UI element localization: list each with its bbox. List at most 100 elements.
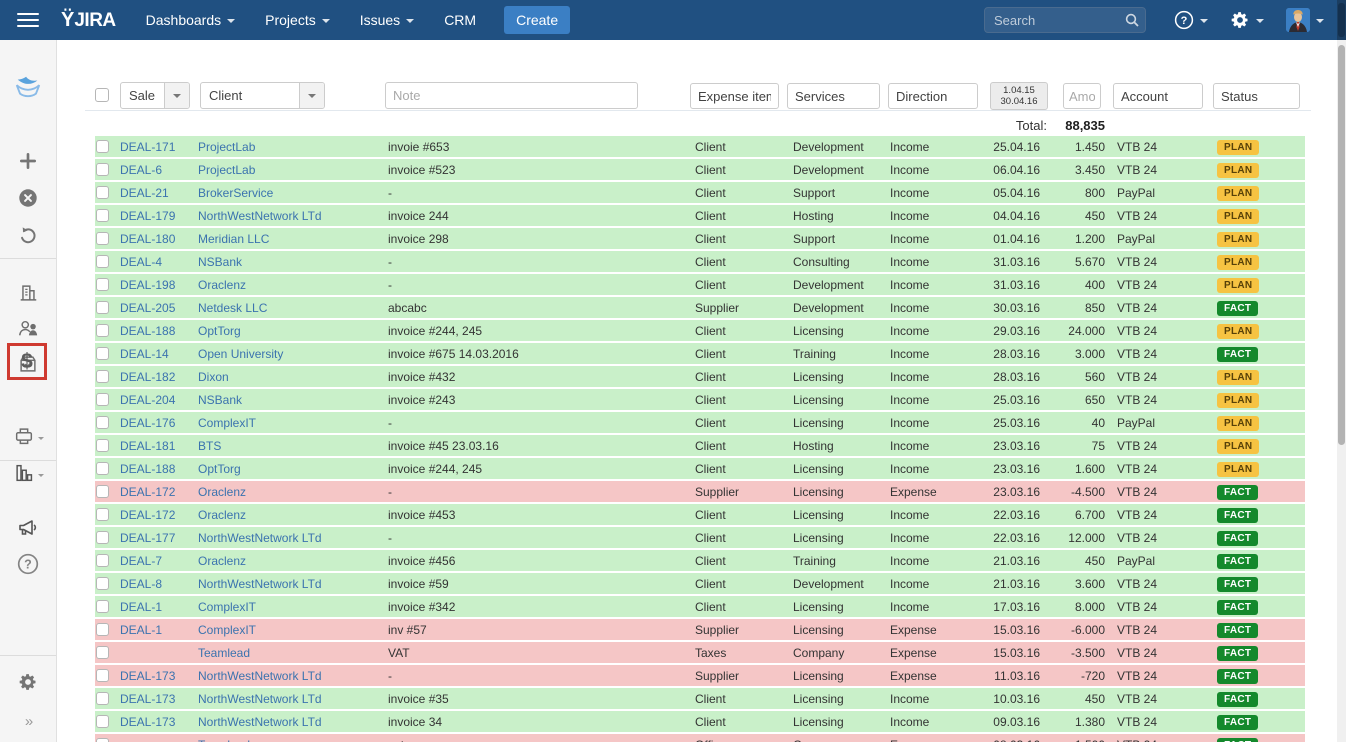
deal-key-link[interactable]: DEAL-1: [120, 600, 198, 614]
row-checkbox[interactable]: [96, 439, 109, 452]
row-checkbox[interactable]: [96, 715, 109, 728]
hamburger-menu-icon[interactable]: [17, 13, 39, 27]
row-checkbox[interactable]: [96, 577, 109, 590]
help-icon[interactable]: ?: [0, 550, 56, 578]
row-checkbox[interactable]: [96, 554, 109, 567]
settings-menu[interactable]: [1230, 10, 1264, 30]
company-link[interactable]: Oraclenz: [198, 554, 388, 568]
nav-issues[interactable]: Issues: [360, 12, 414, 28]
company-link[interactable]: Oraclenz: [198, 508, 388, 522]
deal-key-link[interactable]: DEAL-14: [120, 347, 198, 361]
row-checkbox[interactable]: [96, 140, 109, 153]
announcement-icon[interactable]: [0, 513, 56, 541]
settings-gear-icon[interactable]: [0, 668, 56, 696]
row-checkbox[interactable]: [96, 416, 109, 429]
row-checkbox[interactable]: [96, 669, 109, 682]
companies-icon[interactable]: [0, 279, 56, 307]
row-checkbox[interactable]: [96, 600, 109, 613]
expand-sidebar-icon[interactable]: »: [0, 707, 56, 735]
company-link[interactable]: ComplexIT: [198, 416, 388, 430]
deal-key-link[interactable]: DEAL-8: [120, 577, 198, 591]
deal-key-link[interactable]: DEAL-181: [120, 439, 198, 453]
deal-key-link[interactable]: DEAL-176: [120, 416, 198, 430]
select-all-checkbox[interactable]: [95, 88, 109, 102]
company-link[interactable]: ProjectLab: [198, 140, 388, 154]
row-checkbox[interactable]: [96, 462, 109, 475]
dropdown-caret-button[interactable]: [164, 83, 189, 108]
direction-filter[interactable]: [888, 83, 978, 109]
company-link[interactable]: Teamlead: [198, 646, 388, 660]
close-circle-icon[interactable]: [0, 184, 56, 212]
nav-crm[interactable]: CRM: [444, 12, 476, 28]
company-link[interactable]: ComplexIT: [198, 623, 388, 637]
row-checkbox[interactable]: [96, 163, 109, 176]
company-link[interactable]: OptTorg: [198, 324, 388, 338]
company-link[interactable]: Open University: [198, 347, 388, 361]
help-menu[interactable]: ?: [1174, 10, 1208, 30]
nav-dashboards[interactable]: Dashboards: [146, 12, 236, 28]
account-filter[interactable]: [1113, 83, 1203, 109]
add-icon[interactable]: [0, 147, 56, 175]
deal-key-link[interactable]: DEAL-188: [120, 462, 198, 476]
scrollbar-thumb[interactable]: [1338, 45, 1345, 445]
company-link[interactable]: Oraclenz: [198, 278, 388, 292]
create-button[interactable]: Create: [504, 6, 570, 34]
deal-key-link[interactable]: DEAL-21: [120, 186, 198, 200]
user-menu[interactable]: [1286, 8, 1324, 32]
note-filter-input[interactable]: [385, 82, 638, 109]
row-checkbox[interactable]: [96, 485, 109, 498]
date-range-filter[interactable]: 1.04.15 30.04.16: [990, 82, 1048, 110]
dropdown-caret-button[interactable]: [299, 83, 324, 108]
row-checkbox[interactable]: [96, 232, 109, 245]
row-checkbox[interactable]: [96, 278, 109, 291]
company-link[interactable]: NorthWestNetwork LTd: [198, 577, 388, 591]
deal-key-link[interactable]: DEAL-198: [120, 278, 198, 292]
deal-key-link[interactable]: DEAL-205: [120, 301, 198, 315]
expense-items-filter[interactable]: [690, 83, 779, 109]
row-checkbox[interactable]: [96, 186, 109, 199]
deal-key-link[interactable]: DEAL-7: [120, 554, 198, 568]
company-link[interactable]: NorthWestNetwork LTd: [198, 669, 388, 683]
deal-key-link[interactable]: DEAL-171: [120, 140, 198, 154]
company-link[interactable]: NorthWestNetwork LTd: [198, 715, 388, 729]
company-link[interactable]: Dixon: [198, 370, 388, 384]
crm-logo-icon[interactable]: [0, 74, 56, 102]
deal-key-link[interactable]: DEAL-172: [120, 485, 198, 499]
company-link[interactable]: Netdesk LLC: [198, 301, 388, 315]
contacts-icon[interactable]: [0, 314, 56, 342]
row-checkbox[interactable]: [96, 301, 109, 314]
row-checkbox[interactable]: [96, 209, 109, 222]
sale-filter-dropdown[interactable]: Sale: [120, 82, 190, 109]
transactions-dollar-icon[interactable]: $: [7, 343, 47, 380]
row-checkbox[interactable]: [96, 370, 109, 383]
company-link[interactable]: NorthWestNetwork LTd: [198, 209, 388, 223]
row-checkbox[interactable]: [96, 646, 109, 659]
company-link[interactable]: Oraclenz: [198, 485, 388, 499]
row-checkbox[interactable]: [96, 393, 109, 406]
deal-key-link[interactable]: DEAL-172: [120, 508, 198, 522]
row-checkbox[interactable]: [96, 623, 109, 636]
deal-key-link[interactable]: DEAL-6: [120, 163, 198, 177]
row-checkbox[interactable]: [96, 508, 109, 521]
services-filter[interactable]: [787, 83, 880, 109]
row-checkbox[interactable]: [96, 347, 109, 360]
reports-chart-icon[interactable]: [0, 459, 56, 487]
search-input[interactable]: [984, 7, 1146, 33]
company-link[interactable]: Meridian LLC: [198, 232, 388, 246]
deal-key-link[interactable]: DEAL-177: [120, 531, 198, 545]
company-link[interactable]: OptTorg: [198, 462, 388, 476]
row-checkbox[interactable]: [96, 255, 109, 268]
company-link[interactable]: ComplexIT: [198, 600, 388, 614]
deal-key-link[interactable]: DEAL-4: [120, 255, 198, 269]
row-checkbox[interactable]: [96, 324, 109, 337]
jira-logo[interactable]: ŸJIRA: [61, 9, 116, 32]
company-link[interactable]: BTS: [198, 439, 388, 453]
row-checkbox[interactable]: [96, 531, 109, 544]
row-checkbox[interactable]: [96, 738, 109, 742]
company-link[interactable]: NSBank: [198, 393, 388, 407]
company-link[interactable]: BrokerService: [198, 186, 388, 200]
company-link[interactable]: NSBank: [198, 255, 388, 269]
company-link[interactable]: Teamlead: [198, 738, 388, 742]
client-filter-dropdown[interactable]: Client: [200, 82, 325, 109]
deal-key-link[interactable]: DEAL-180: [120, 232, 198, 246]
